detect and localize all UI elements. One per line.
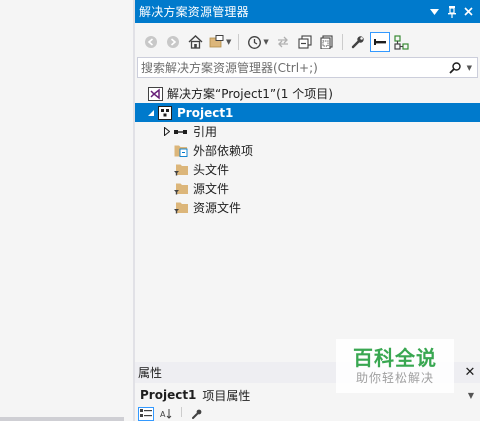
project-label: Project1 bbox=[177, 105, 234, 120]
tree-item-label: 源文件 bbox=[193, 182, 230, 196]
tree-item-label: 引用 bbox=[193, 125, 218, 139]
title-controls bbox=[427, 4, 480, 20]
left-pane-status-strip bbox=[0, 417, 124, 421]
watermark-title: 百科全说 bbox=[353, 346, 437, 370]
back-icon[interactable] bbox=[141, 32, 161, 52]
panel-title: 解决方案资源管理器 bbox=[139, 5, 249, 19]
watermark-logo: 百科全说 助你轻松解决 bbox=[336, 339, 454, 393]
collapsed-arrow-icon[interactable] bbox=[161, 127, 173, 136]
forward-icon[interactable] bbox=[163, 32, 183, 52]
properties-object-type: 项目属性 bbox=[202, 388, 251, 403]
properties-toolbar: A bbox=[135, 407, 480, 421]
properties-title: 属性 bbox=[138, 366, 163, 380]
tree-node-header-files[interactable]: 头文件 bbox=[135, 160, 480, 179]
show-all-files-icon[interactable] bbox=[317, 32, 337, 52]
search-input[interactable] bbox=[138, 57, 443, 78]
tree-node-project[interactable]: Project1 bbox=[135, 103, 480, 122]
categorized-icon[interactable] bbox=[138, 407, 154, 421]
expanded-arrow-icon[interactable] bbox=[145, 109, 157, 117]
toolbar-separator bbox=[341, 34, 343, 50]
solution-label: 解决方案“Project1”(1 个项目) bbox=[167, 87, 333, 101]
tree-node-external-dependencies[interactable]: 外部依赖项 bbox=[135, 141, 480, 160]
explorer-toolbar: ▼ ▼ bbox=[135, 30, 480, 54]
class-view-icon[interactable] bbox=[392, 32, 412, 52]
sync-icon[interactable] bbox=[273, 32, 293, 52]
preview-selected-items-icon[interactable] bbox=[369, 32, 390, 52]
search-box: ▼ bbox=[137, 57, 478, 78]
home-icon[interactable] bbox=[185, 32, 205, 52]
filter-folder-icon bbox=[173, 162, 189, 178]
switch-views-icon[interactable] bbox=[207, 32, 227, 52]
filter-folder-icon bbox=[173, 181, 189, 197]
properties-object-name: Project1 bbox=[140, 388, 197, 402]
search-icon[interactable] bbox=[443, 61, 467, 74]
chevron-down-icon[interactable]: ▼ bbox=[468, 391, 480, 400]
tree-node-references[interactable]: 引用 bbox=[135, 122, 480, 141]
cpp-project-icon bbox=[157, 105, 173, 121]
toolbar-separator bbox=[238, 34, 240, 50]
toolbar-separator bbox=[181, 407, 182, 417]
panel-title-bar[interactable]: 解决方案资源管理器 bbox=[135, 0, 480, 23]
tree-node-source-files[interactable]: 源文件 bbox=[135, 179, 480, 198]
tree-item-label: 外部依赖项 bbox=[193, 144, 254, 158]
filter-folder-icon bbox=[173, 200, 189, 216]
tree-node-solution[interactable]: 解决方案“Project1”(1 个项目) bbox=[135, 84, 480, 103]
search-options-dropdown-icon[interactable]: ▼ bbox=[467, 64, 477, 72]
solution-icon bbox=[147, 86, 163, 102]
watermark-subtitle: 助你轻松解决 bbox=[355, 371, 434, 385]
window-menu-icon[interactable] bbox=[427, 4, 442, 20]
switch-views-dropdown-icon[interactable]: ▼ bbox=[226, 38, 231, 46]
solution-tree: 解决方案“Project1”(1 个项目) Project1 引用 外部依赖项 … bbox=[135, 84, 480, 217]
pin-icon[interactable] bbox=[444, 4, 459, 20]
properties-close-icon[interactable]: ✕ bbox=[460, 365, 480, 380]
close-icon[interactable] bbox=[461, 4, 476, 20]
tree-item-label: 头文件 bbox=[193, 163, 230, 177]
alphabetical-icon[interactable]: A bbox=[158, 407, 174, 421]
tree-item-label: 资源文件 bbox=[193, 201, 242, 215]
filter-dropdown-icon[interactable]: ▼ bbox=[263, 38, 268, 46]
svg-text:A: A bbox=[160, 410, 166, 419]
references-icon bbox=[173, 124, 189, 140]
tree-node-resource-files[interactable]: 资源文件 bbox=[135, 198, 480, 217]
collapse-all-icon[interactable] bbox=[295, 32, 315, 52]
external-dependencies-icon bbox=[173, 143, 189, 159]
left-editor-pane bbox=[0, 0, 133, 421]
property-pages-wrench-icon[interactable] bbox=[189, 407, 205, 421]
properties-wrench-icon[interactable] bbox=[348, 32, 368, 52]
pending-changes-filter-icon[interactable] bbox=[244, 32, 264, 52]
